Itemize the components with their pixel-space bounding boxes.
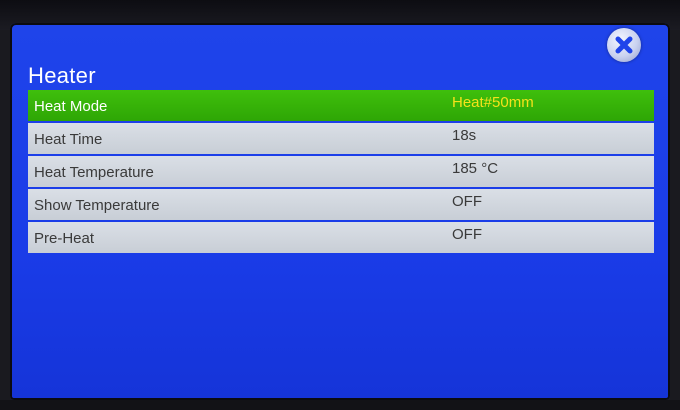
setting-row-heat-mode[interactable]: Heat Mode Heat#50mm [28, 90, 654, 121]
setting-row-heat-temperature[interactable]: Heat Temperature 185 °C [28, 156, 654, 187]
close-button[interactable] [607, 28, 641, 62]
setting-label: Heat Temperature [34, 164, 154, 181]
setting-label: Show Temperature [34, 197, 160, 214]
setting-value: OFF [452, 193, 482, 210]
heater-dialog: Heater Heat Mode Heat#50mm Heat Time 18s… [10, 23, 670, 400]
close-x-circle-icon [615, 36, 633, 54]
dialog-title: Heater [28, 63, 96, 88]
settings-list: Heat Mode Heat#50mm Heat Time 18s Heat T… [28, 90, 654, 255]
setting-value: OFF [452, 226, 482, 243]
setting-row-show-temperature[interactable]: Show Temperature OFF [28, 189, 654, 220]
setting-row-heat-time[interactable]: Heat Time 18s [28, 123, 654, 154]
setting-value: 185 °C [452, 160, 499, 177]
setting-value: Heat#50mm [452, 94, 534, 111]
setting-label: Heat Time [34, 131, 103, 148]
device-bezel-bottom [0, 400, 680, 410]
setting-label: Heat Mode [34, 98, 108, 115]
setting-row-pre-heat[interactable]: Pre-Heat OFF [28, 222, 654, 253]
setting-label: Pre-Heat [34, 230, 95, 247]
setting-value: 18s [452, 127, 477, 144]
